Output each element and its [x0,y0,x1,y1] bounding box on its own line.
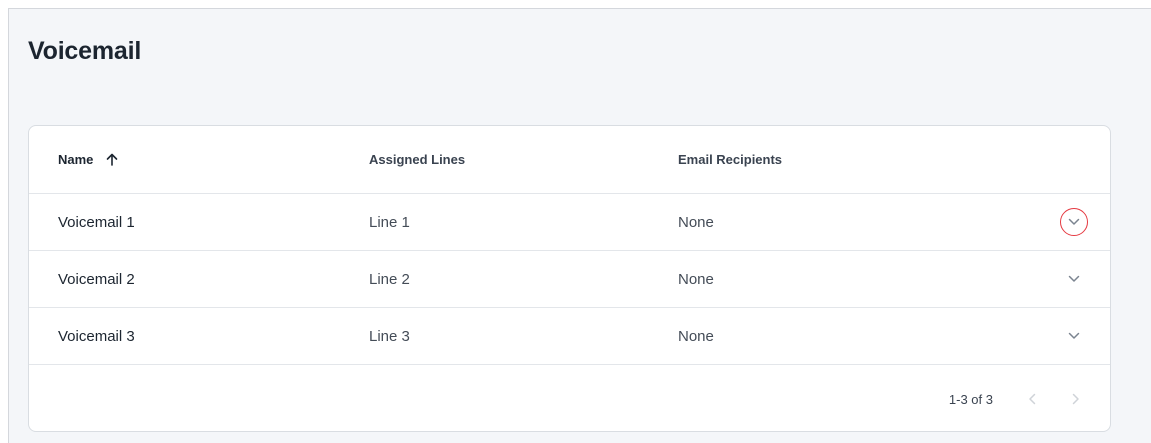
previous-page-button[interactable] [1020,387,1044,411]
table-header-row: Name Assigned Lines Email Recipients [29,126,1110,194]
voicemail-name: Voicemail 3 [58,327,135,345]
column-header-assigned-lines[interactable]: Assigned Lines [369,126,465,193]
email-recipients: None [678,327,714,345]
table-row[interactable]: Voicemail 3 Line 3 None [29,308,1110,365]
column-header-name[interactable]: Name [58,126,118,193]
column-header-name-label: Name [58,152,94,167]
chevron-right-icon [1072,393,1080,405]
assigned-lines: Line 3 [369,327,410,345]
chevron-left-icon [1028,393,1036,405]
voicemail-page: Voicemail Name Assigned Lines Email Reci… [8,8,1151,443]
assigned-lines: Line 1 [369,213,410,231]
voicemail-table: Name Assigned Lines Email Recipients Voi… [28,125,1111,432]
expand-row-button[interactable] [1060,322,1088,350]
assigned-lines: Line 2 [369,270,410,288]
email-recipients: None [678,270,714,288]
voicemail-name: Voicemail 2 [58,270,135,288]
chevron-down-icon [1068,275,1080,283]
arrow-up-icon[interactable] [106,153,118,166]
expand-row-button[interactable] [1060,265,1088,293]
page-title: Voicemail [28,37,142,65]
next-page-button[interactable] [1064,387,1088,411]
voicemail-name: Voicemail 1 [58,213,135,231]
chevron-down-icon [1068,332,1080,340]
chevron-down-icon [1068,218,1080,226]
column-header-email-recipients[interactable]: Email Recipients [678,126,782,193]
table-pagination: 1-3 of 3 [29,365,1110,431]
pagination-range: 1-3 of 3 [948,391,993,407]
table-row[interactable]: Voicemail 1 Line 1 None [29,194,1110,251]
expand-row-button[interactable] [1060,208,1088,236]
table-row[interactable]: Voicemail 2 Line 2 None [29,251,1110,308]
email-recipients: None [678,213,714,231]
